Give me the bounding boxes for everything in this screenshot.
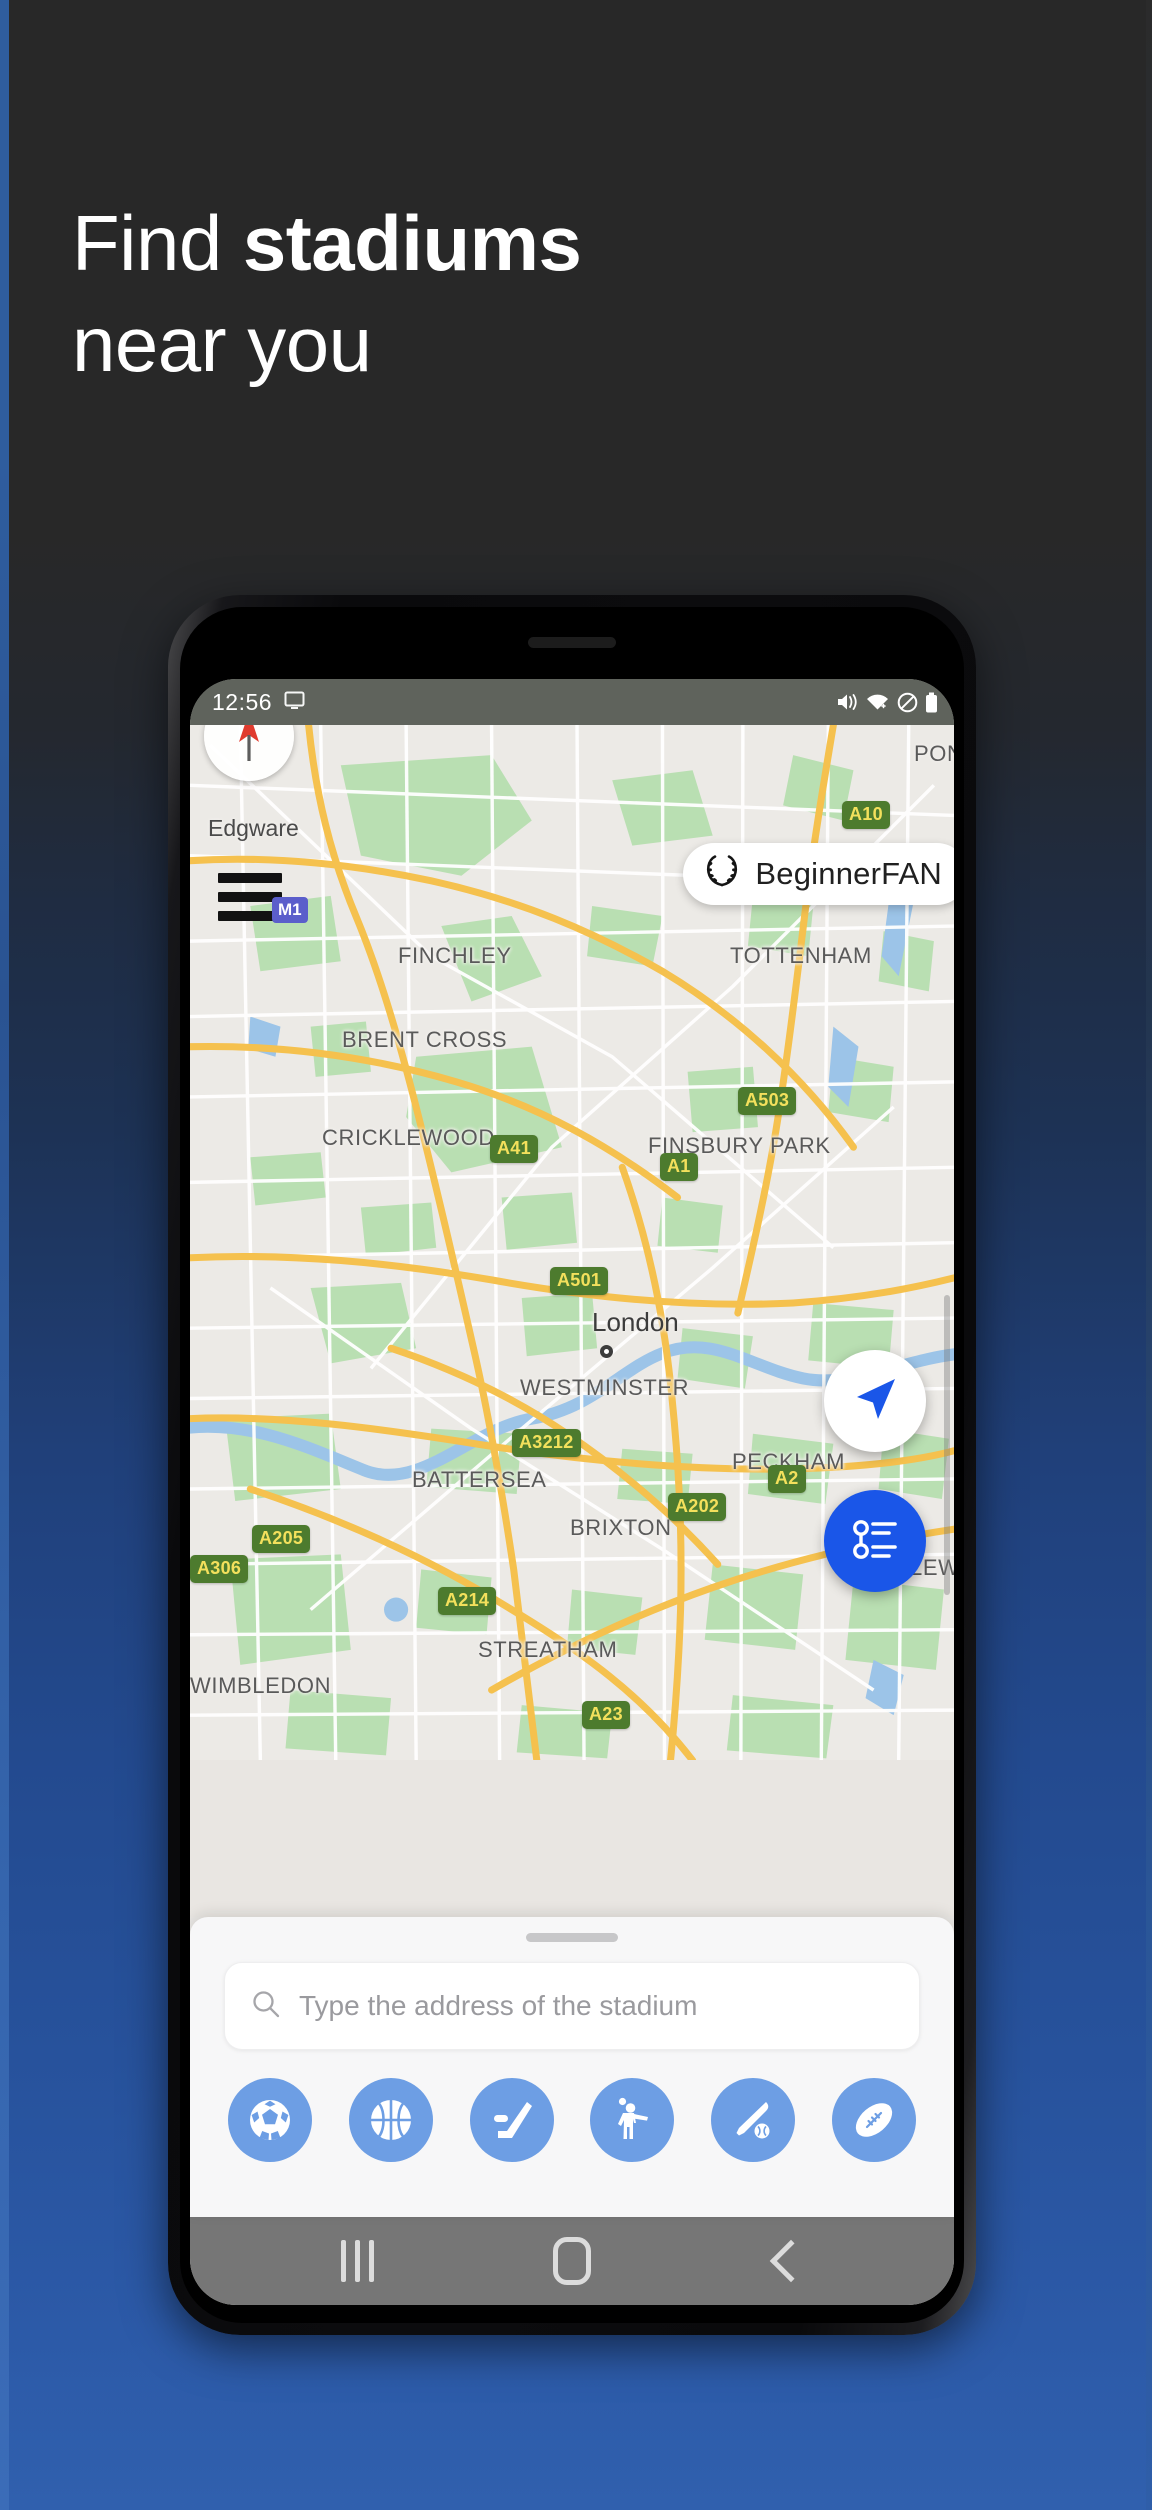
back-chevron-icon bbox=[769, 2239, 812, 2283]
road-shield-badge: A202 bbox=[668, 1493, 727, 1521]
right-accent-stripe bbox=[1146, 0, 1152, 2510]
left-accent-stripe bbox=[0, 0, 9, 2510]
soccer-ball-icon bbox=[245, 2095, 295, 2145]
phone-mockup: 12:56 M1 BeginnerFAN PO Edgware FINCHLEY… bbox=[168, 595, 976, 2335]
brand-pill[interactable]: BeginnerFAN bbox=[683, 843, 954, 905]
road-shield-badge: A214 bbox=[438, 1587, 497, 1615]
map-canvas[interactable]: M1 BeginnerFAN PO Edgware FINCHLEY TOTTE… bbox=[190, 725, 954, 1917]
bottom-sheet: Type the address of the stadium bbox=[190, 1917, 954, 2217]
sport-chip-ice-hockey[interactable] bbox=[469, 2078, 554, 2162]
headline-light-part: Find bbox=[72, 199, 243, 287]
headline-bold-part: stadiums bbox=[242, 199, 582, 287]
road-shield-badge: A10 bbox=[842, 801, 890, 829]
map-scrollbar[interactable] bbox=[944, 1295, 950, 1595]
headline-line-1: Find stadiums bbox=[72, 193, 1072, 294]
road-shield-badge: A2 bbox=[768, 1465, 806, 1493]
sport-chip-handball[interactable] bbox=[590, 2078, 675, 2162]
android-nav-bar bbox=[190, 2217, 954, 2305]
city-center-dot bbox=[600, 1345, 613, 1358]
navigation-arrow-icon bbox=[848, 1372, 902, 1431]
basketball-icon bbox=[366, 2095, 416, 2145]
baseball-bat-icon bbox=[728, 2095, 778, 2145]
search-icon bbox=[251, 1989, 281, 2024]
sport-chip-soccer[interactable] bbox=[228, 2078, 312, 2162]
sport-chip-baseball[interactable] bbox=[711, 2078, 796, 2162]
promo-page: Find stadiums near you 12:56 M1 Beginner… bbox=[0, 0, 1152, 2510]
android-status-bar: 12:56 bbox=[190, 679, 954, 725]
motorway-badge-m1: M1 bbox=[272, 897, 308, 923]
road-shield-badge: A1 bbox=[660, 1153, 698, 1181]
cast-screen-icon bbox=[284, 689, 305, 716]
status-bar-clock: 12:56 bbox=[212, 688, 273, 715]
battery-icon bbox=[925, 692, 938, 713]
wifi-icon bbox=[865, 692, 890, 712]
laurel-wreath-icon bbox=[705, 854, 739, 893]
route-list-icon bbox=[849, 1513, 901, 1570]
search-input[interactable]: Type the address of the stadium bbox=[224, 1962, 920, 2050]
road-shield-badge: A306 bbox=[190, 1555, 249, 1583]
road-shield-badge: A205 bbox=[252, 1525, 311, 1553]
recent-apps-icon bbox=[340, 2240, 374, 2282]
earpiece-speaker bbox=[528, 637, 616, 648]
home-button[interactable] bbox=[527, 2231, 617, 2291]
route-list-button[interactable] bbox=[824, 1490, 926, 1592]
hockey-stick-icon bbox=[487, 2095, 537, 2145]
headline-line-2: near you bbox=[72, 300, 372, 389]
vibrate-icon bbox=[836, 692, 858, 712]
recent-apps-button[interactable] bbox=[312, 2231, 402, 2291]
sport-chip-american-football[interactable] bbox=[831, 2078, 916, 2162]
status-bar-icons bbox=[836, 692, 938, 713]
sheet-drag-handle[interactable] bbox=[526, 1933, 618, 1942]
road-shield-badge: A41 bbox=[490, 1135, 538, 1163]
brand-name: BeginnerFAN bbox=[755, 855, 942, 891]
road-shield-badge: A3212 bbox=[512, 1429, 581, 1457]
home-icon bbox=[552, 2237, 591, 2285]
handball-player-icon bbox=[607, 2095, 657, 2145]
locate-me-button[interactable] bbox=[824, 1350, 926, 1452]
back-button[interactable] bbox=[742, 2231, 832, 2291]
road-shield-badge: A23 bbox=[582, 1701, 630, 1729]
promo-headline: Find stadiums near you bbox=[72, 193, 1072, 396]
american-football-icon bbox=[849, 2095, 899, 2145]
do-not-disturb-icon bbox=[897, 692, 918, 713]
sport-filter-row bbox=[224, 2078, 920, 2162]
road-shield-badge: A501 bbox=[550, 1267, 609, 1295]
road-shield-badge: A503 bbox=[738, 1087, 797, 1115]
search-placeholder: Type the address of the stadium bbox=[299, 1990, 698, 2021]
sport-chip-basketball[interactable] bbox=[348, 2078, 433, 2162]
phone-screen: 12:56 M1 BeginnerFAN PO Edgware FINCHLEY… bbox=[190, 679, 954, 2305]
